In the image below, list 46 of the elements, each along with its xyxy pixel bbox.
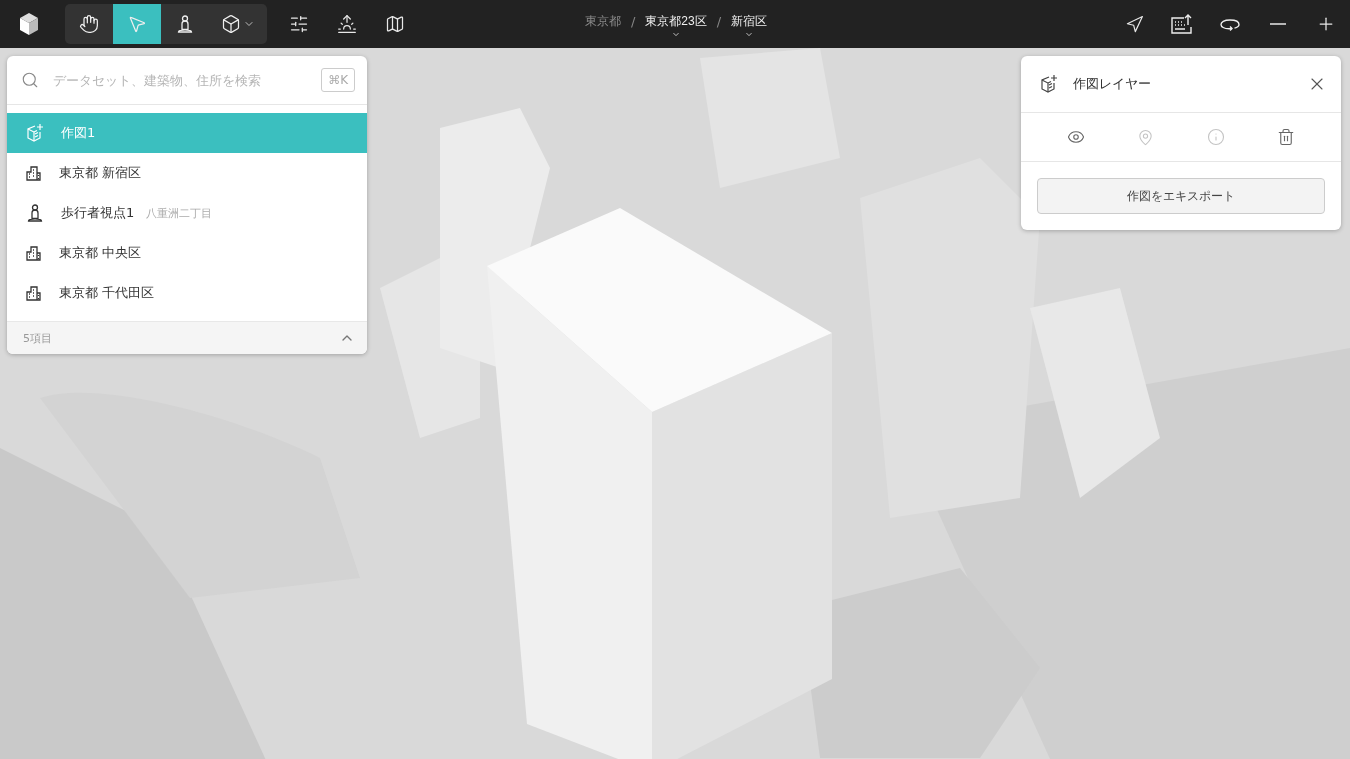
pedestrian-icon <box>25 203 45 223</box>
map-view[interactable]: データセット、建築物、住所を検索 ⌘K 作図1 東京都 新宿区 歩行者視点1 八重洲二丁目 東京都 中央区 東京都 千代田区 5項目 作図レイヤー 作図をエキスポート <box>0 48 1350 759</box>
export-button[interactable]: 作図をエキスポート <box>1037 178 1325 214</box>
info-icon <box>1206 128 1225 146</box>
layer-item[interactable]: 歩行者視点1 八重洲二丁目 <box>7 193 367 233</box>
trash-icon <box>1276 128 1295 146</box>
pointer-icon <box>127 14 147 34</box>
logo-icon <box>18 12 40 36</box>
layer-location: 八重洲二丁目 <box>146 205 213 221</box>
layer-label: 東京都 新宿区 <box>59 164 142 182</box>
buildings-icon <box>25 244 43 262</box>
layer-item[interactable]: 東京都 中央区 <box>7 233 367 273</box>
layer-item[interactable]: 東京都 千代田区 <box>7 273 367 313</box>
pedestrian-icon <box>175 14 195 34</box>
navigation-arrow-icon <box>1124 14 1144 34</box>
sliders-icon <box>289 14 309 34</box>
search-field[interactable]: データセット、建築物、住所を検索 <box>51 71 310 89</box>
shortcut-hint: ⌘K <box>321 68 355 92</box>
minus-icon <box>1270 23 1286 25</box>
breadcrumb[interactable]: 東京都 <box>584 9 621 39</box>
map-icon <box>385 14 405 34</box>
search-icon <box>21 71 39 89</box>
layer-item[interactable]: 東京都 新宿区 <box>7 153 367 193</box>
breadcrumb-separator: / <box>716 13 722 29</box>
layer-label: 東京都 中央区 <box>59 244 142 262</box>
buildings-icon <box>25 284 43 302</box>
sunrise-icon <box>337 14 357 34</box>
layer-label: 作図1 <box>61 124 96 142</box>
cube-plus-icon <box>25 123 45 143</box>
cube-plus-icon <box>1039 74 1059 94</box>
orbit-icon <box>1219 17 1241 31</box>
item-count: 5項目 <box>23 330 52 346</box>
hand-icon <box>79 14 99 34</box>
layer-label: 歩行者視点1 <box>61 204 135 222</box>
eye-icon <box>1067 128 1086 146</box>
buildings-icon <box>25 164 43 182</box>
map-pin-icon <box>1137 128 1155 146</box>
caret-icon <box>671 30 681 39</box>
export-icon <box>1170 13 1194 35</box>
layer-label: 東京都 千代田区 <box>59 284 155 302</box>
caret-icon <box>744 30 755 39</box>
breadcrumb[interactable]: 新宿区 <box>731 9 768 39</box>
cube-icon <box>221 14 241 34</box>
breadcrumb[interactable]: 東京都23区 <box>645 9 707 39</box>
breadcrumb-separator: / <box>630 13 636 29</box>
panel-title: 作図レイヤー <box>1073 75 1152 93</box>
